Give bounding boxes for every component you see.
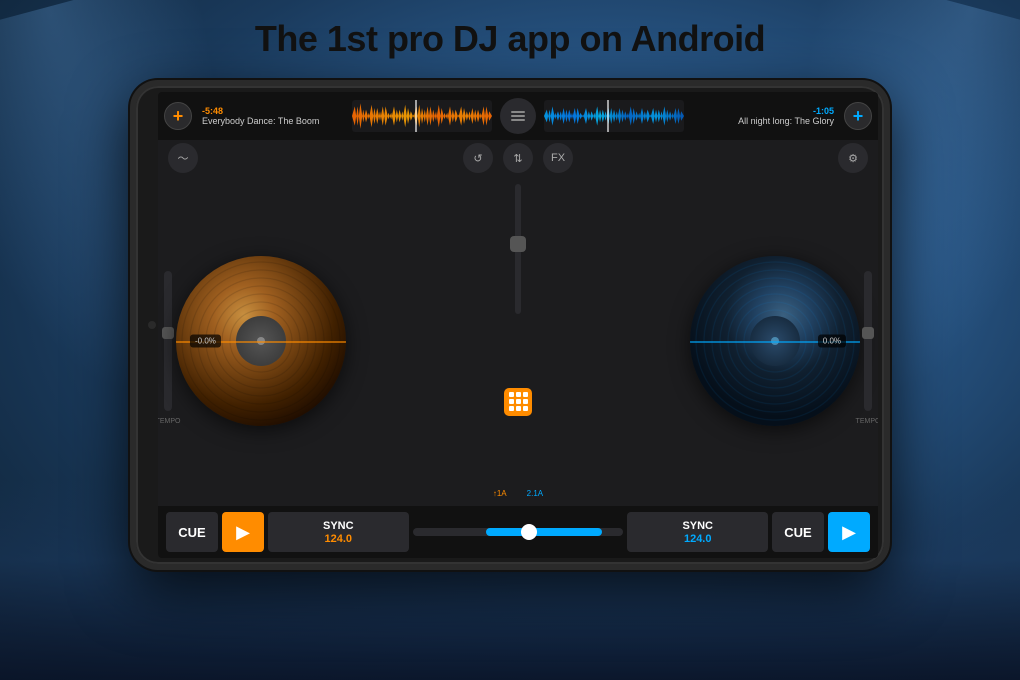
tablet-camera: [148, 321, 156, 329]
pitch-display-right: 0.0%: [818, 335, 846, 348]
track-info-left: -5:48 Everybody Dance: The Boom: [196, 104, 348, 128]
tempo-slider-left[interactable]: TEMPO: [164, 271, 172, 411]
volume-fader-area: [515, 184, 521, 314]
mixer-display-button[interactable]: [500, 98, 536, 134]
playhead-left: [415, 100, 417, 132]
controls-row: 〜 ↺ ⇅ FX ⚙: [158, 140, 878, 176]
fx-label: FX: [551, 152, 565, 164]
tablet-wrapper: + -5:48 Everybody Dance: The Boom: [130, 80, 890, 570]
tempo-label-right: TEMPO: [856, 418, 878, 425]
vinyl-disc-left[interactable]: -0.0%: [176, 256, 346, 426]
page-headline: The 1st pro DJ app on Android: [0, 18, 1020, 60]
sync-label-left: SYNC: [323, 520, 354, 532]
cue-label-right: CUE: [784, 525, 811, 540]
center-mixer: ↑1A 2.1A: [473, 180, 563, 502]
deck-area: TEMPO -0.0%: [158, 176, 878, 506]
crossfader-fill: [486, 528, 602, 536]
eq-button[interactable]: ⇅: [503, 143, 533, 173]
crossfader-knob[interactable]: [521, 524, 537, 540]
key-labels: ↑1A 2.1A: [493, 489, 543, 498]
sync-label-right: SYNC: [682, 520, 713, 532]
waveform-button[interactable]: 〜: [168, 143, 198, 173]
bottom-controls: CUE ▶ SYNC 124.0: [158, 506, 878, 558]
volume-fader-thumb[interactable]: [510, 236, 526, 252]
waveform-right[interactable]: [544, 100, 684, 132]
grid-button[interactable]: [504, 388, 532, 416]
mixer-line-2: [511, 115, 525, 117]
vinyl-disc-right[interactable]: 0.0%: [690, 256, 860, 426]
waveform-left[interactable]: [352, 100, 492, 132]
waveform-icon: 〜: [178, 150, 189, 166]
dj-app: + -5:48 Everybody Dance: The Boom: [158, 92, 878, 558]
deck-right: 0.0% TEMPO: [563, 180, 872, 502]
mixer-line-3: [511, 119, 525, 121]
waveform-blue-fill: [544, 100, 684, 132]
cue-button-left[interactable]: CUE: [166, 512, 218, 552]
eq-icon: ⇅: [513, 152, 522, 165]
track-time-left: -5:48: [202, 106, 342, 116]
sync-button-left[interactable]: SYNC 124.0: [268, 512, 409, 552]
loop-icon: ↺: [473, 152, 482, 165]
tablet: + -5:48 Everybody Dance: The Boom: [130, 80, 890, 570]
mixer-line-1: [511, 111, 525, 113]
track-info-right: -1:05 All night long: The Glory: [688, 104, 840, 128]
crossfader-track[interactable]: [413, 528, 624, 536]
tempo-label-left: TEMPO: [158, 418, 180, 425]
tempo-slider-right[interactable]: TEMPO: [864, 271, 872, 411]
tempo-thumb-left[interactable]: [162, 327, 174, 339]
volume-fader[interactable]: [515, 184, 521, 314]
top-bar: + -5:48 Everybody Dance: The Boom: [158, 92, 878, 140]
sync-bpm-left: 124.0: [325, 533, 353, 545]
waveform-orange-fill: [352, 100, 492, 132]
pitch-display-left: -0.0%: [190, 335, 221, 348]
crossfader-wrap: [413, 528, 624, 536]
add-track-right-button[interactable]: +: [844, 102, 872, 130]
playhead-right: [607, 100, 609, 132]
key-left: ↑1A: [493, 489, 507, 498]
sync-button-right[interactable]: SYNC 124.0: [627, 512, 768, 552]
fx-button[interactable]: FX: [543, 143, 573, 173]
sync-bpm-right: 124.0: [684, 533, 712, 545]
cue-label-left: CUE: [178, 525, 205, 540]
track-time-right: -1:05: [694, 106, 834, 116]
deck-left: TEMPO -0.0%: [164, 180, 473, 502]
play-icon-left: ▶: [236, 522, 250, 543]
track-name-right: All night long: The Glory: [694, 116, 834, 126]
key-right: 2.1A: [527, 489, 543, 498]
loop-button[interactable]: ↺: [463, 143, 493, 173]
tablet-screen: + -5:48 Everybody Dance: The Boom: [158, 92, 878, 558]
play-icon-right: ▶: [842, 522, 856, 543]
gear-icon: ⚙: [848, 152, 858, 165]
add-track-left-button[interactable]: +: [164, 102, 192, 130]
cue-button-right[interactable]: CUE: [772, 512, 824, 552]
mixer-icon: [511, 111, 525, 121]
play-button-left[interactable]: ▶: [222, 512, 264, 552]
track-name-left: Everybody Dance: The Boom: [202, 116, 342, 126]
grid-icon: [509, 392, 528, 411]
play-button-right[interactable]: ▶: [828, 512, 870, 552]
tempo-thumb-right[interactable]: [862, 327, 874, 339]
settings-button[interactable]: ⚙: [838, 143, 868, 173]
